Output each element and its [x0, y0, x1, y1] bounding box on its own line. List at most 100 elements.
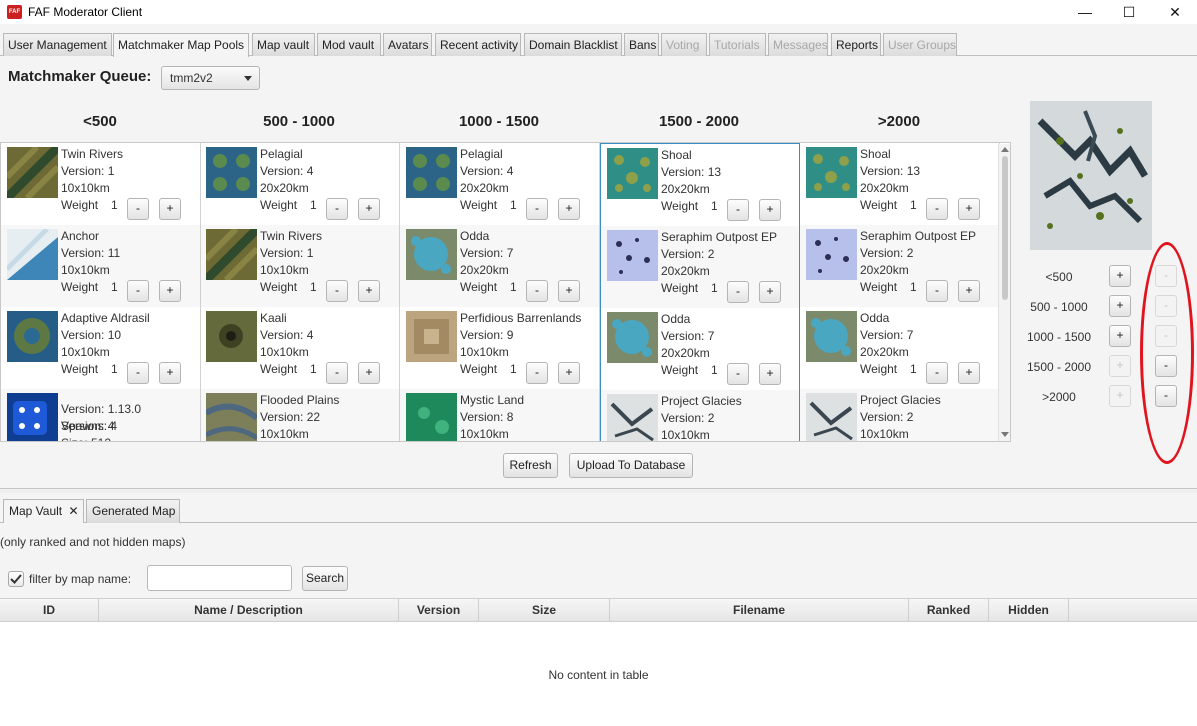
map-pool-cell[interactable]: Kaali Version: 4 10x10km Weight 1- + [200, 307, 399, 389]
add-to-bracket-button[interactable]: + [1109, 295, 1131, 317]
tab-voting[interactable]: Voting [661, 33, 707, 56]
tab-domain-blacklist[interactable]: Domain Blacklist [524, 33, 622, 56]
tab-map-vault[interactable]: Map vault [252, 33, 315, 56]
pool-scrollbar[interactable] [998, 144, 1010, 441]
map-pool-cell[interactable]: Anchor Version: 11 10x10km Weight 1- + [1, 225, 200, 307]
add-to-bracket-button[interactable]: + [1109, 265, 1131, 287]
add-to-bracket-button[interactable]: + [1109, 325, 1131, 347]
queue-select-value: tmm2v2 [170, 71, 213, 85]
increase-weight-button[interactable]: + [358, 280, 380, 302]
increase-weight-button[interactable]: + [759, 281, 781, 303]
column-id[interactable]: ID [0, 599, 99, 622]
upload-to-database-button[interactable]: Upload To Database [569, 453, 693, 478]
column-size[interactable]: Size [479, 599, 610, 622]
refresh-button[interactable]: Refresh [503, 453, 558, 478]
decrease-weight-button[interactable]: - [326, 362, 348, 384]
close-window-button[interactable]: ✕ [1164, 2, 1186, 22]
bracket-header: <500 [83, 113, 117, 130]
decrease-weight-button[interactable]: - [926, 198, 948, 220]
scroll-up-icon[interactable] [1001, 147, 1009, 152]
vault-table-header: ID Name / Description Version Size Filen… [0, 598, 1197, 622]
column-name[interactable]: Name / Description [99, 599, 399, 622]
column-filename[interactable]: Filename [610, 599, 909, 622]
decrease-weight-button[interactable]: - [526, 362, 548, 384]
map-pool-cell[interactable]: Shoal Version: 13 20x20km Weight 1- + [800, 143, 999, 225]
decrease-weight-button[interactable]: - [727, 281, 749, 303]
scroll-thumb[interactable] [1002, 156, 1008, 300]
tab-recent-activity[interactable]: Recent activity [435, 33, 521, 56]
decrease-weight-button[interactable]: - [526, 198, 548, 220]
maximize-button[interactable]: ☐ [1118, 2, 1140, 22]
map-pool-cell[interactable]: Pelagial Version: 4 20x20km Weight 1- + [200, 143, 399, 225]
decrease-weight-button[interactable]: - [127, 198, 149, 220]
tab-reports[interactable]: Reports [831, 33, 881, 56]
tab-tutorials[interactable]: Tutorials [709, 33, 766, 56]
increase-weight-button[interactable]: + [358, 198, 380, 220]
map-name-filter-input[interactable] [147, 565, 292, 591]
map-pool-cell[interactable]: Seraphim Outpost EP Version: 2 20x20km Weig… [800, 225, 999, 307]
decrease-weight-button[interactable]: - [926, 280, 948, 302]
tab-map-vault-panel[interactable]: Map Vault ✕ [3, 499, 84, 523]
increase-weight-button[interactable]: + [759, 199, 781, 221]
increase-weight-button[interactable]: + [958, 362, 980, 384]
column-version[interactable]: Version [399, 599, 479, 622]
tab-generated-map[interactable]: Generated Map [86, 499, 180, 523]
column-hidden[interactable]: Hidden [989, 599, 1069, 622]
tab-matchmaker-map-pools[interactable]: Matchmaker Map Pools [113, 33, 249, 57]
decrease-weight-button[interactable]: - [727, 363, 749, 385]
decrease-weight-button[interactable]: - [127, 280, 149, 302]
tab-user-groups[interactable]: User Groups [883, 33, 957, 56]
map-pool-cell[interactable]: Pelagial Version: 4 20x20km Weight 1- + [400, 143, 599, 225]
increase-weight-button[interactable]: + [958, 280, 980, 302]
tab-mod-vault[interactable]: Mod vault [317, 33, 381, 56]
increase-weight-button[interactable]: + [958, 198, 980, 220]
scroll-down-icon[interactable] [1001, 432, 1009, 437]
map-pool-cell[interactable]: Adaptive Aldrasil Version: 10 10x10km Weigh… [1, 307, 200, 389]
minimize-button[interactable]: — [1074, 2, 1096, 22]
map-pool-cell[interactable]: Twin Rivers Version: 1 10x10km Weight 1- + [200, 225, 399, 307]
tab-user-management[interactable]: User Management [3, 33, 112, 56]
map-pool-cell[interactable]: Version: 1.13.0Version: 4Spawns: 4Size: … [1, 389, 200, 441]
add-to-bracket-button[interactable]: + [1109, 355, 1131, 377]
map-pool-cell[interactable]: Project Glacies Version: 2 10x10km [601, 390, 799, 441]
add-to-bracket-button[interactable]: + [1109, 385, 1131, 407]
map-pool-cell[interactable]: Twin Rivers Version: 1 10x10km Weight 1- + [1, 143, 200, 225]
map-pool-cell[interactable]: Odda Version: 7 20x20km Weight 1- + [601, 308, 799, 390]
split-divider[interactable] [0, 488, 1197, 493]
decrease-weight-button[interactable]: - [326, 198, 348, 220]
map-pool-cell[interactable]: Odda Version: 7 20x20km Weight 1- + [400, 225, 599, 307]
decrease-weight-button[interactable]: - [727, 199, 749, 221]
map-pool-cell[interactable]: Shoal Version: 13 20x20km Weight 1- + [601, 144, 799, 226]
increase-weight-button[interactable]: + [159, 280, 181, 302]
tab-avatars[interactable]: Avatars [383, 33, 432, 56]
increase-weight-button[interactable]: + [558, 280, 580, 302]
column-ranked[interactable]: Ranked [909, 599, 989, 622]
increase-weight-button[interactable]: + [159, 198, 181, 220]
tab-bans[interactable]: Bans [624, 33, 659, 56]
map-pool-cell[interactable]: Mystic Land Version: 8 10x10km [400, 389, 599, 441]
map-pool-cell[interactable]: Seraphim Outpost EP Version: 2 20x20km Weig… [601, 226, 799, 308]
decrease-weight-button[interactable]: - [326, 280, 348, 302]
increase-weight-button[interactable]: + [358, 362, 380, 384]
filter-checkbox[interactable] [8, 571, 24, 587]
map-pool-cell[interactable]: Flooded Plains Version: 22 10x10km [200, 389, 399, 441]
queue-select[interactable]: tmm2v2 [161, 66, 260, 90]
decrease-weight-button[interactable]: - [526, 280, 548, 302]
weight-label: Weight [860, 198, 898, 212]
search-button[interactable]: Search [302, 566, 348, 591]
increase-weight-button[interactable]: + [759, 363, 781, 385]
map-pool-cell[interactable]: Project Glacies Version: 2 10x10km [800, 389, 999, 441]
increase-weight-button[interactable]: + [558, 198, 580, 220]
map-thumbnail [7, 311, 58, 362]
map-pool-cell[interactable]: Odda Version: 7 20x20km Weight 1- + [800, 307, 999, 389]
map-size: 10x10km [260, 263, 309, 277]
decrease-weight-button[interactable]: - [926, 362, 948, 384]
increase-weight-button[interactable]: + [159, 362, 181, 384]
tab-messages[interactable]: Messages [768, 33, 828, 56]
decrease-weight-button[interactable]: - [127, 362, 149, 384]
map-name: Mystic Land [460, 393, 525, 407]
increase-weight-button[interactable]: + [558, 362, 580, 384]
map-version: Version: 7 [860, 328, 914, 342]
close-icon[interactable]: ✕ [68, 504, 78, 518]
map-pool-cell[interactable]: Perfidious Barrenlands Version: 9 10x10km W… [400, 307, 599, 389]
